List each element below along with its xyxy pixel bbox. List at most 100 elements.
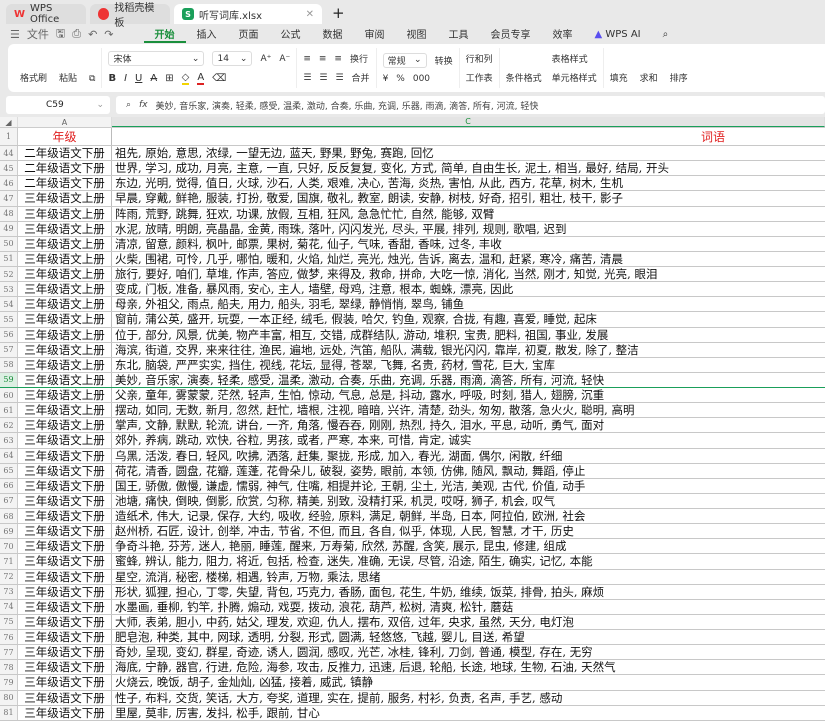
words-cell[interactable]: 阵雨, 荒野, 跳舞, 狂欢, 功课, 放假, 互相, 狂风, 急急忙忙, 自然… xyxy=(112,207,825,221)
decrease-font-icon[interactable]: A⁻ xyxy=(279,54,290,64)
words-cell[interactable]: 旅行, 要好, 咱们, 草堆, 作声, 答应, 做梦, 来得及, 救命, 拼命,… xyxy=(112,267,825,281)
words-cell[interactable]: 东北, 脑袋, 严严实实, 挡住, 视线, 花坛, 显得, 苍翠, 飞舞, 名贵… xyxy=(112,358,825,372)
row-number[interactable]: 72 xyxy=(0,569,18,584)
menu-tab[interactable]: 会员专享 xyxy=(480,26,542,43)
grade-cell[interactable]: 三年级语文上册 xyxy=(18,327,112,342)
search-icon[interactable]: ⌕ xyxy=(652,29,680,40)
grade-cell[interactable]: 二年级语文下册 xyxy=(18,146,112,161)
close-icon[interactable]: ✕ xyxy=(306,9,314,20)
words-cell[interactable]: 摆动, 如同, 无数, 新月, 忽然, 赶忙, 墙根, 注视, 暗暗, 兴许, … xyxy=(112,403,825,417)
row-number[interactable]: 75 xyxy=(0,614,18,629)
spreadsheet-grid[interactable]: ◢ A C 1 年级 词语 44 二年级语文下册 祖先, 原始, 意思, 浓绿, 一… xyxy=(0,117,825,722)
words-cell[interactable]: 里屋, 莫非, 厉害, 发抖, 松手, 跟前, 甘心 xyxy=(112,706,825,720)
row-number[interactable]: 79 xyxy=(0,675,18,690)
words-cell[interactable]: 争奇斗艳, 芬芳, 迷人, 艳丽, 睡莲, 醒来, 万寿菊, 欣然, 苏醒, 含… xyxy=(112,539,825,553)
grade-cell[interactable]: 三年级语文下册 xyxy=(18,569,112,584)
font-select[interactable]: 宋体 ⌄ xyxy=(108,51,205,66)
menu-tab[interactable]: 页面 xyxy=(228,26,270,43)
grade-cell[interactable]: 三年级语文上册 xyxy=(18,206,112,221)
words-cell[interactable]: 乌黑, 活泼, 春日, 轻风, 吹拂, 洒落, 赶集, 聚拢, 形成, 加入, … xyxy=(112,449,825,463)
row-number[interactable]: 55 xyxy=(0,312,18,327)
row-number[interactable]: 67 xyxy=(0,493,18,508)
words-cell[interactable]: 造纸术, 伟大, 记录, 保存, 大约, 吸收, 经验, 原料, 满足, 朝鲜,… xyxy=(112,509,825,523)
grade-cell[interactable]: 三年级语文上册 xyxy=(18,418,112,433)
row-number[interactable]: 65 xyxy=(0,463,18,478)
align-right-icon[interactable]: ☰ xyxy=(335,73,343,83)
words-cell[interactable]: 东边, 光明, 觉得, 值日, 火球, 沙石, 人类, 艰难, 决心, 苦海, … xyxy=(112,176,825,190)
conditional-format-button[interactable]: 条件格式 xyxy=(506,71,542,84)
grade-cell[interactable]: 三年级语文下册 xyxy=(18,584,112,599)
convert-button[interactable]: 转换 xyxy=(435,54,453,67)
name-box[interactable]: C59 ⌄ xyxy=(6,96,110,114)
row-number[interactable]: 78 xyxy=(0,660,18,675)
wrap-button[interactable]: 换行 xyxy=(350,52,368,65)
grade-cell[interactable]: 三年级语文下册 xyxy=(18,463,112,478)
grade-cell[interactable]: 三年级语文上册 xyxy=(18,372,112,387)
words-cell[interactable]: 清凉, 留意, 颜料, 枫叶, 邮票, 果树, 菊花, 仙子, 气味, 香甜, … xyxy=(112,237,825,251)
grade-header-cell[interactable]: 年级 xyxy=(18,128,112,145)
words-cell[interactable]: 父亲, 童年, 雾蒙蒙, 茫然, 轻声, 生怕, 惊动, 气息, 总是, 抖动,… xyxy=(112,388,825,402)
words-cell[interactable]: 肥皂泡, 种类, 其中, 网球, 透明, 分裂, 形式, 圆满, 轻悠悠, 飞越… xyxy=(112,630,825,644)
align-bottom-icon[interactable]: ≡ xyxy=(334,54,342,64)
formula-input[interactable]: ⌕ fx 美妙, 音乐家, 演奏, 轻柔, 感受, 温柔, 激动, 合奏, 乐曲, … xyxy=(116,96,825,114)
words-cell[interactable]: 荷花, 清香, 圆盘, 花瓣, 莲蓬, 花骨朵儿, 破裂, 姿势, 眼前, 本领… xyxy=(112,464,825,478)
grade-cell[interactable]: 三年级语文下册 xyxy=(18,448,112,463)
grade-cell[interactable]: 二年级语文下册 xyxy=(18,161,112,176)
new-tab-icon[interactable]: + xyxy=(332,4,345,22)
row-number[interactable]: 52 xyxy=(0,267,18,282)
currency-icon[interactable]: ¥ xyxy=(383,74,389,84)
grade-cell[interactable]: 三年级语文下册 xyxy=(18,645,112,660)
words-cell[interactable]: 大师, 表弟, 胆小, 中药, 姑父, 理发, 欢迎, 仇人, 摆布, 双倍, … xyxy=(112,615,825,629)
row-number[interactable]: 57 xyxy=(0,342,18,357)
words-cell[interactable]: 形状, 狐狸, 担心, 丁零, 失望, 背包, 巧克力, 香肠, 面包, 花生,… xyxy=(112,585,825,599)
grade-cell[interactable]: 三年级语文上册 xyxy=(18,251,112,266)
words-cell[interactable]: 美妙, 音乐家, 演奏, 轻柔, 感受, 温柔, 激动, 合奏, 乐曲, 充调,… xyxy=(112,373,825,387)
row-number[interactable]: 77 xyxy=(0,645,18,660)
words-cell[interactable]: 火烧云, 晚饭, 胡子, 金灿灿, 凶猛, 接着, 威武, 镇静 xyxy=(112,675,825,689)
row-number[interactable]: 58 xyxy=(0,357,18,372)
grade-cell[interactable]: 三年级语文上册 xyxy=(18,342,112,357)
grade-cell[interactable]: 三年级语文下册 xyxy=(18,554,112,569)
menu-tab[interactable]: 效率 xyxy=(542,26,584,43)
grade-cell[interactable]: 三年级语文上册 xyxy=(18,403,112,418)
row-number[interactable]: 69 xyxy=(0,524,18,539)
row-number[interactable]: 49 xyxy=(0,221,18,236)
words-cell[interactable]: 水墨画, 垂柳, 钓竿, 扑腾, 煽动, 戏耍, 拨动, 浪花, 葫芦, 松树,… xyxy=(112,600,825,614)
words-cell[interactable]: 早晨, 穿戴, 鲜艳, 服装, 打扮, 敬爱, 国旗, 敬礼, 教室, 朗读, … xyxy=(112,191,825,205)
save-icon[interactable]: 🖫 xyxy=(56,25,65,44)
words-cell[interactable]: 奇妙, 呈现, 变幻, 群星, 奇迹, 诱人, 圆润, 感叹, 光芒, 冰桂, … xyxy=(112,645,825,659)
menu-tab[interactable]: 开始 xyxy=(143,26,186,43)
grade-cell[interactable]: 三年级语文下册 xyxy=(18,675,112,690)
menu-tab[interactable]: 审阅 xyxy=(354,26,396,43)
grade-cell[interactable]: 三年级语文下册 xyxy=(18,660,112,675)
underline-icon[interactable]: U xyxy=(135,73,142,84)
grade-cell[interactable]: 三年级语文上册 xyxy=(18,312,112,327)
fx-icon[interactable]: fx xyxy=(139,100,148,110)
grade-cell[interactable]: 三年级语文下册 xyxy=(18,493,112,508)
menu-tab[interactable]: 公式 xyxy=(270,26,312,43)
copy-icon[interactable]: ⧉ xyxy=(89,74,95,84)
row-number[interactable]: 44 xyxy=(0,146,18,161)
row-number[interactable]: 74 xyxy=(0,599,18,614)
row-number[interactable]: 60 xyxy=(0,388,18,403)
grade-cell[interactable]: 二年级语文下册 xyxy=(18,176,112,191)
row-number[interactable]: 45 xyxy=(0,161,18,176)
column-header-c[interactable]: C xyxy=(112,117,825,127)
grade-cell[interactable]: 三年级语文上册 xyxy=(18,221,112,236)
menu-tab[interactable]: 数据 xyxy=(312,26,354,43)
row-number[interactable]: 51 xyxy=(0,251,18,266)
words-cell[interactable]: 星空, 流消, 秘密, 楼梯, 相遇, 铃声, 万物, 乘法, 思绪 xyxy=(112,570,825,584)
grade-cell[interactable]: 三年级语文下册 xyxy=(18,478,112,493)
thousands-icon[interactable]: 000 xyxy=(413,74,430,84)
tab-spreadsheet[interactable]: S 听写词库.xlsx ✕ xyxy=(174,4,322,24)
words-cell[interactable]: 火柴, 围裙, 可怜, 几乎, 哪怕, 暖和, 火焰, 灿烂, 亮光, 烛光, … xyxy=(112,252,825,266)
italic-icon[interactable]: I xyxy=(124,73,127,84)
words-cell[interactable]: 位于, 部分, 风景, 优美, 物产丰富, 相互, 交错, 成群结队, 游动, … xyxy=(112,328,825,342)
number-format-select[interactable]: 常规 ⌄ xyxy=(382,52,427,68)
fill-button[interactable]: 填充 xyxy=(610,71,628,84)
align-middle-icon[interactable]: ≡ xyxy=(319,54,327,64)
words-cell[interactable]: 祖先, 原始, 意思, 浓绿, 一望无边, 蓝天, 野果, 野兔, 赛跑, 回忆 xyxy=(112,146,825,160)
align-top-icon[interactable]: ≡ xyxy=(303,54,311,64)
font-color-icon[interactable]: A xyxy=(197,72,205,85)
grade-cell[interactable]: 三年级语文下册 xyxy=(18,539,112,554)
